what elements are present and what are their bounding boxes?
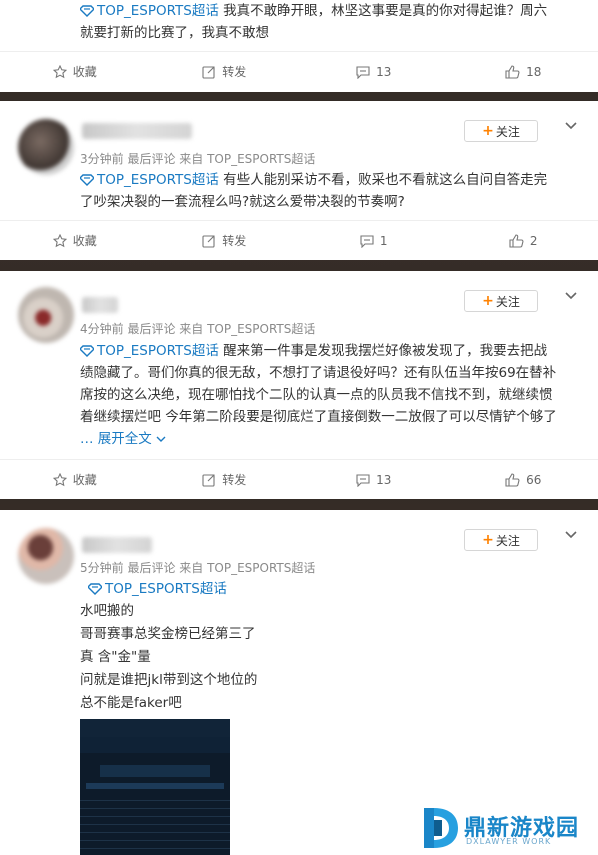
diamond-icon [79,174,95,186]
post-line: 真 含"金"量 [80,649,151,665]
expand-link[interactable]: … 展开全文 [80,431,166,447]
post-card-0: TOP_ESPORTS超话 我真不敢睁开眼，林坚这事要是真的你对得起谁？周六 就… [0,0,598,92]
comment-icon [356,65,370,79]
post-text: TOP_ESPORTS超话 水吧搬的 哥哥赛事总奖金榜已经第三了 真 含"金"量… [80,578,580,715]
repost-icon [202,473,215,487]
repost-icon [202,65,215,79]
topic-link[interactable]: TOP_ESPORTS超话 [79,172,219,188]
repost-button[interactable]: 转发 [150,460,300,499]
diamond-icon [87,583,103,595]
topic-link[interactable]: TOP_ESPORTS超话 [87,578,580,600]
username[interactable] [82,537,152,553]
post-line: 哥哥赛事总奖金榜已经第三了 [80,626,256,642]
post-line: 水吧搬的 [80,603,134,619]
avatar[interactable] [18,528,74,584]
chevron-down-icon [156,436,166,442]
post-text: TOP_ESPORTS超话 我真不敢睁开眼，林坚这事要是真的你对得起谁？周六 就… [79,3,548,41]
diamond-icon [79,345,95,357]
comment-icon [360,234,374,248]
avatar[interactable] [18,287,74,343]
plus-icon: + [482,123,494,139]
favorite-button[interactable]: 收藏 [0,221,150,260]
chevron-down-icon[interactable] [564,528,578,542]
post-card-1: 3分钟前 最后评论 来自 TOP_ESPORTS超话 + 关注 TOP_ESPOR… [0,101,598,260]
like-button[interactable]: 18 [449,52,598,91]
thumbs-up-icon [505,472,520,487]
action-bar: 收藏 转发 1 2 [0,220,598,260]
favorite-button[interactable]: 收藏 [0,52,150,91]
like-button[interactable]: 2 [449,221,598,260]
thumbs-up-icon [509,233,524,248]
follow-button[interactable]: + 关注 [464,120,538,142]
comment-button[interactable]: 1 [299,221,449,260]
watermark-logo: 鼎新游戏园 DXLAWYER WORK [418,802,594,852]
post-card-2: 4分钟前 最后评论 来自 TOP_ESPORTS超话 + 关注 TOP_ESPOR… [0,271,598,499]
repost-button[interactable]: 转发 [150,52,300,91]
post-meta: 4分钟前 最后评论 来自 TOP_ESPORTS超话 [80,322,316,336]
diamond-icon [79,5,95,17]
post-meta: 3分钟前 最后评论 来自 TOP_ESPORTS超话 [80,152,316,166]
plus-icon: + [482,293,494,309]
post-line: 总不能是faker吧 [80,695,182,711]
follow-button[interactable]: + 关注 [464,529,538,551]
post-image[interactable] [80,719,230,855]
post-line: 问就是谁把jkl带到这个地位的 [80,672,258,688]
star-icon [52,472,67,486]
topic-link[interactable]: TOP_ESPORTS超话 [79,3,219,19]
star-icon [52,233,67,247]
comment-icon [356,473,370,487]
action-bar: 收藏 转发 13 66 [0,459,598,499]
action-bar: 收藏 转发 13 18 [0,51,598,91]
plus-icon: + [482,532,494,548]
like-button[interactable]: 66 [449,460,598,499]
post-text: TOP_ESPORTS超话 醒来第一件事是发现我摆烂好像被发现了，我要去把战 绩… [79,343,557,447]
logo-icon [424,808,458,848]
logo-subtitle: DXLAWYER WORK [466,837,552,846]
follow-button[interactable]: + 关注 [464,290,538,312]
comment-button[interactable]: 13 [299,52,449,91]
repost-button[interactable]: 转发 [150,221,300,260]
chevron-down-icon[interactable] [564,289,578,303]
star-icon [52,64,67,78]
avatar[interactable] [18,119,74,175]
thumbs-up-icon [505,64,520,79]
username[interactable] [82,297,118,313]
favorite-button[interactable]: 收藏 [0,460,150,499]
post-meta: 5分钟前 最后评论 来自 TOP_ESPORTS超话 [80,561,316,575]
username[interactable] [82,123,192,139]
topic-link[interactable]: TOP_ESPORTS超话 [79,343,219,359]
repost-icon [202,234,215,248]
post-text: TOP_ESPORTS超话 有些人能别采访不看，败采也不看就这么自问自答走完 了… [79,172,548,210]
comment-button[interactable]: 13 [299,460,449,499]
chevron-down-icon[interactable] [564,119,578,133]
